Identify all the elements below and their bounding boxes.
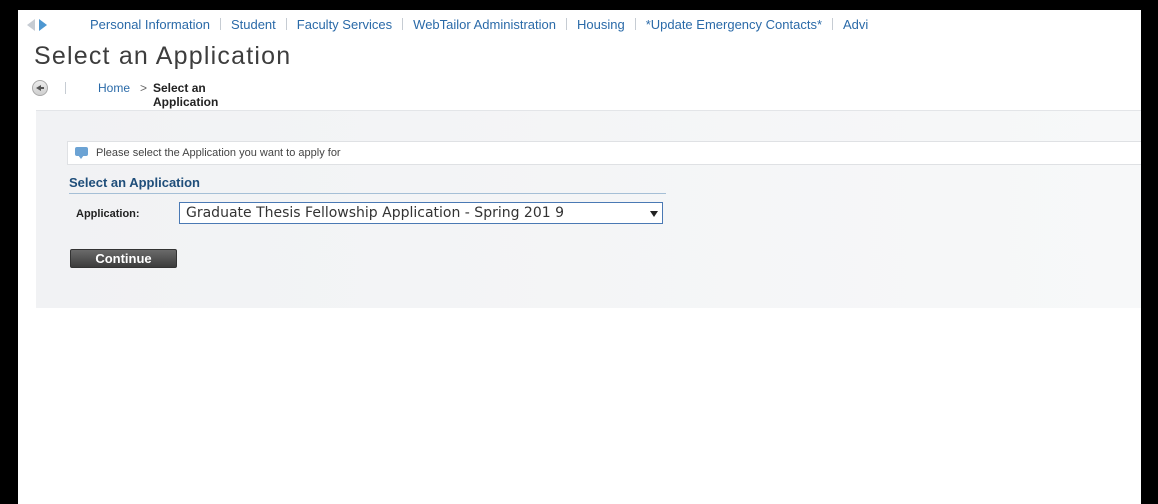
nav-divider: [565, 18, 567, 30]
dropdown-arrow-icon: [650, 211, 658, 217]
nav-item-update-emergency-contacts[interactable]: *Update Emergency Contacts*: [646, 17, 822, 32]
application-select-value: Graduate Thesis Fellowship Application -…: [186, 205, 565, 221]
nav-next-icon[interactable]: [39, 19, 47, 31]
application-select[interactable]: Graduate Thesis Fellowship Application -…: [179, 202, 663, 224]
nav-divider: [402, 18, 404, 30]
section-title: Select an Application: [69, 175, 666, 194]
info-message-text: Please select the Application you want t…: [96, 147, 341, 159]
breadcrumb-home-link[interactable]: Home: [98, 81, 130, 95]
nav-previous-icon[interactable]: [27, 19, 35, 31]
nav-divider: [634, 18, 636, 30]
application-label: Application:: [76, 208, 140, 220]
nav-divider: [285, 18, 287, 30]
nav-item-advising[interactable]: Advi: [843, 17, 868, 32]
content-panel: Please select the Application you want t…: [36, 110, 1141, 308]
nav-item-faculty-services[interactable]: Faculty Services: [297, 17, 392, 32]
nav-item-webtailor-administration[interactable]: WebTailor Administration: [413, 17, 556, 32]
top-navigation: Personal Information Student Faculty Servi…: [18, 16, 1141, 38]
breadcrumb-divider: [65, 82, 66, 94]
breadcrumb-current: Select an Application: [153, 81, 219, 109]
speech-bubble-icon: [75, 147, 88, 159]
info-message: Please select the Application you want t…: [67, 141, 1141, 165]
nav-divider: [832, 18, 833, 30]
browser-page: Personal Information Student Faculty Servi…: [18, 10, 1141, 504]
page-title: Select an Application: [34, 42, 292, 70]
continue-button[interactable]: Continue: [70, 249, 177, 268]
nav-item-personal-information[interactable]: Personal Information: [90, 17, 210, 32]
nav-item-student[interactable]: Student: [231, 17, 276, 32]
breadcrumb-separator: >: [140, 81, 148, 95]
nav-divider: [219, 18, 221, 30]
back-arrow-icon[interactable]: [32, 80, 48, 96]
nav-menu: Personal Information Student Faculty Servi…: [90, 17, 868, 32]
nav-item-housing[interactable]: Housing: [577, 17, 625, 32]
